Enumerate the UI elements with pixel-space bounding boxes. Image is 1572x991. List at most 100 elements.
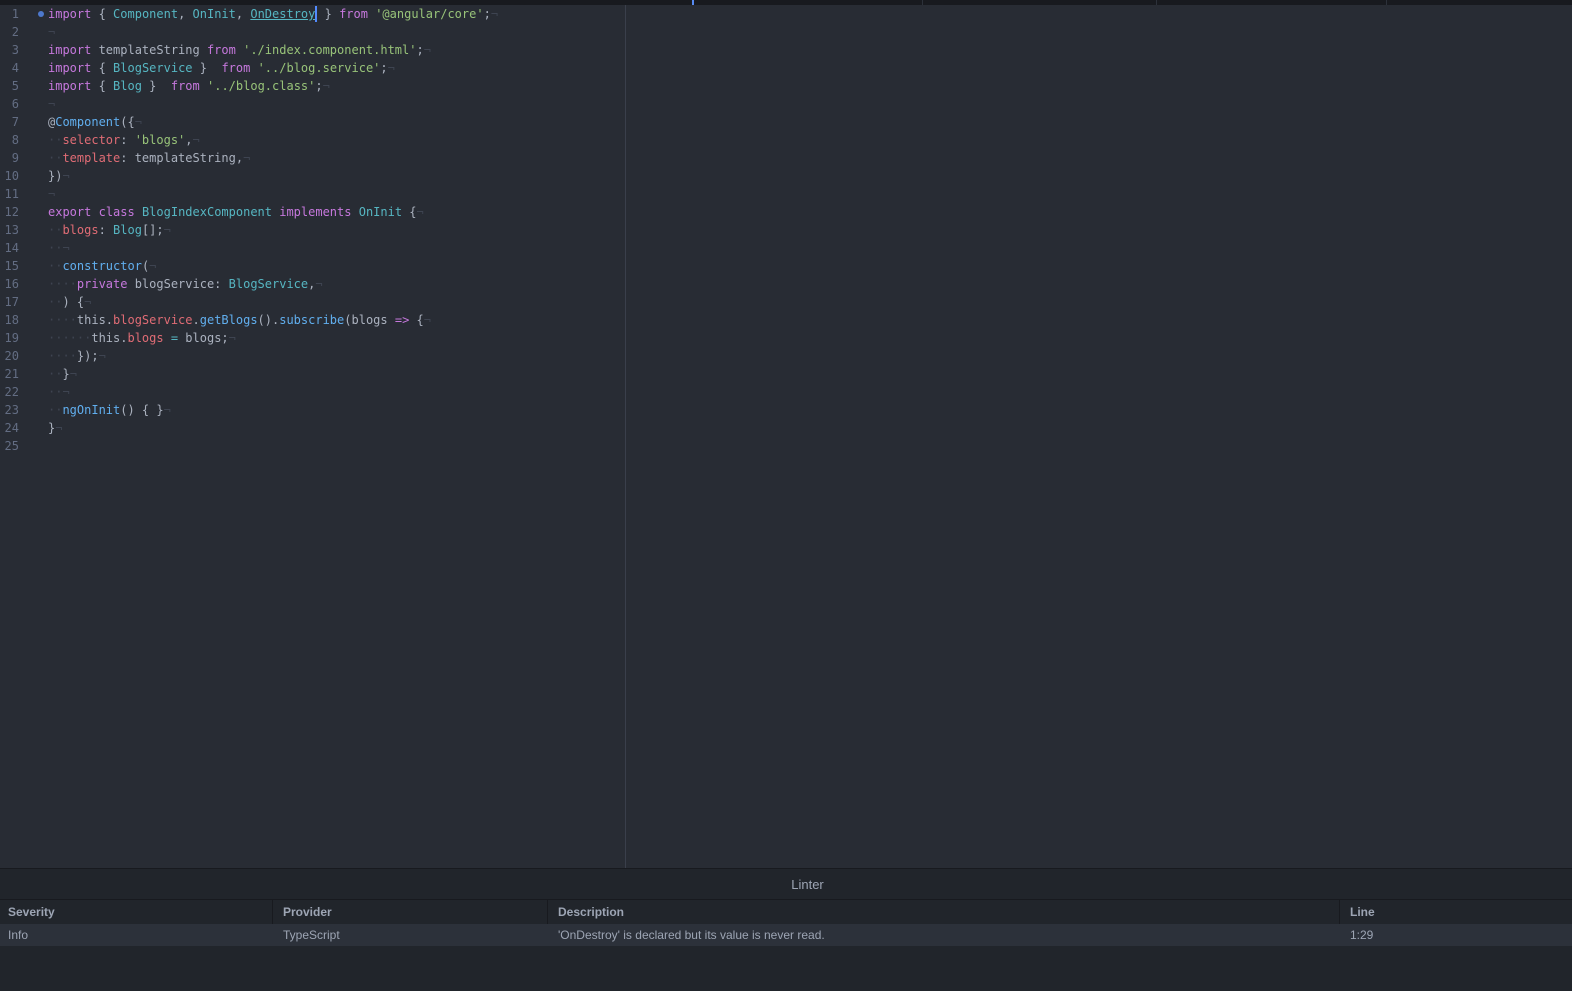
- code-line[interactable]: 2 ¬: [0, 23, 620, 41]
- code-token: subscribe: [279, 313, 345, 327]
- line-number[interactable]: 9: [0, 149, 19, 167]
- table-row[interactable]: Info TypeScript 'OnDestroy' is declared …: [0, 924, 1572, 946]
- code-line[interactable]: 16 ····private blogService: BlogService,¬: [0, 275, 620, 293]
- invisible-char: ··¬: [48, 241, 70, 255]
- line-number[interactable]: 14: [0, 239, 19, 257]
- code-line[interactable]: 15 ··constructor(¬: [0, 257, 620, 275]
- code-line[interactable]: 21 ··}¬: [0, 365, 620, 383]
- code-line[interactable]: 5 import { Blog } from '../blog.class';¬: [0, 77, 620, 95]
- line-number[interactable]: 1: [0, 5, 19, 23]
- code-token: }: [192, 61, 222, 75]
- code-token: }: [62, 367, 70, 381]
- line-number[interactable]: 19: [0, 329, 19, 347]
- code-token: constructor: [62, 259, 142, 273]
- code-line[interactable]: 4 import { BlogService } from '../blog.se…: [0, 59, 620, 77]
- line-number[interactable]: 23: [0, 401, 19, 419]
- code-line[interactable]: 3 import templateString from './index.com…: [0, 41, 620, 59]
- code-line[interactable]: 24}¬: [0, 419, 620, 437]
- line-number[interactable]: 15: [0, 257, 19, 275]
- code-line[interactable]: 18 ····this.blogService.getBlogs().subscr…: [0, 311, 620, 329]
- line-number[interactable]: 18: [0, 311, 19, 329]
- invisible-char: ··: [48, 133, 63, 147]
- code-line[interactable]: 7 @Component({¬: [0, 113, 620, 131]
- invisible-char: ··¬: [48, 385, 70, 399]
- code-token: });: [76, 349, 99, 363]
- code-token: blogs: [127, 331, 164, 345]
- line-number[interactable]: 7: [0, 113, 19, 131]
- code-token: :: [120, 133, 135, 147]
- line-number[interactable]: 8: [0, 131, 19, 149]
- code-token: ,: [235, 7, 251, 21]
- code-token: Blog: [113, 223, 142, 237]
- code-token: ,: [185, 133, 193, 147]
- line-number[interactable]: 22: [0, 383, 19, 401]
- code-line[interactable]: 10})¬: [0, 167, 620, 185]
- line-cell[interactable]: 1:29: [1342, 924, 1572, 946]
- code-line[interactable]: 11 ¬: [0, 185, 620, 203]
- column-header-provider[interactable]: Provider: [275, 900, 548, 924]
- code-editor[interactable]: 1 import { Component, OnInit, OnDestroy }…: [0, 5, 1572, 868]
- line-number[interactable]: 5: [0, 77, 19, 95]
- invisible-char: ¬: [423, 43, 431, 57]
- code-token: import: [48, 61, 92, 75]
- column-header-severity[interactable]: Severity: [0, 900, 273, 924]
- code-token: OnInit: [358, 205, 403, 219]
- code-token: blogs;: [178, 331, 229, 345]
- code-token: ;: [315, 79, 323, 93]
- code-token: .: [192, 313, 200, 327]
- code-token: '../blog.service': [257, 61, 381, 75]
- code-line[interactable]: 8 ··selector: 'blogs',¬: [0, 131, 620, 149]
- invisible-char: ··: [48, 367, 63, 381]
- line-number[interactable]: 6: [0, 95, 19, 113]
- code-text: ··selector: 'blogs',¬: [48, 131, 200, 149]
- code-token: {: [91, 61, 114, 75]
- code-text: ··¬: [48, 239, 70, 257]
- line-number[interactable]: 2: [0, 23, 19, 41]
- code-line[interactable]: 6 ¬: [0, 95, 620, 113]
- code-token: : templateString,: [120, 151, 244, 165]
- code-text: ····this.blogService.getBlogs().subscrib…: [48, 311, 431, 329]
- code-line[interactable]: 20 ····});¬: [0, 347, 620, 365]
- code-token: [];: [141, 223, 164, 237]
- invisible-char: ¬: [163, 403, 171, 417]
- provider-cell: TypeScript: [283, 928, 340, 942]
- code-line[interactable]: 23 ··ngOnInit() { }¬: [0, 401, 620, 419]
- line-number[interactable]: 21: [0, 365, 19, 383]
- line-number[interactable]: 12: [0, 203, 19, 221]
- line-number[interactable]: 24: [0, 419, 19, 437]
- code-token: private: [76, 277, 128, 291]
- invisible-char: ¬: [48, 187, 56, 201]
- line-number[interactable]: 13: [0, 221, 19, 239]
- line-number[interactable]: 16: [0, 275, 19, 293]
- linter-title: Linter: [791, 877, 824, 892]
- code-line[interactable]: 12 export class BlogIndexComponent implem…: [0, 203, 620, 221]
- invisible-char: ¬: [315, 277, 323, 291]
- line-number[interactable]: 10: [0, 167, 19, 185]
- severity-cell: Info: [8, 928, 29, 942]
- line-number[interactable]: 20: [0, 347, 19, 365]
- line-number[interactable]: 11: [0, 185, 19, 203]
- code-token: Blog: [113, 79, 142, 93]
- code-line[interactable]: 1 import { Component, OnInit, OnDestroy }…: [0, 5, 620, 23]
- line-number[interactable]: 17: [0, 293, 19, 311]
- code-line[interactable]: 17 ··) {¬: [0, 293, 620, 311]
- code-line[interactable]: 25: [0, 437, 620, 455]
- invisible-char: ··: [48, 151, 63, 165]
- code-line[interactable]: 19 ······this.blogs = blogs;¬: [0, 329, 620, 347]
- code-token: '@angular/core': [375, 7, 484, 21]
- code-text: ····});¬: [48, 347, 106, 365]
- column-header-description[interactable]: Description: [550, 900, 1340, 924]
- code-line[interactable]: 14 ··¬: [0, 239, 620, 257]
- code-line[interactable]: 9 ··template: templateString,¬: [0, 149, 620, 167]
- code-line[interactable]: 22 ··¬: [0, 383, 620, 401]
- linter-table-header: Severity Provider Description Line: [0, 899, 1572, 925]
- code-text: ··}¬: [48, 365, 77, 383]
- column-header-line[interactable]: Line: [1342, 900, 1572, 924]
- line-number[interactable]: 4: [0, 59, 19, 77]
- line-number[interactable]: 25: [0, 437, 19, 455]
- line-number[interactable]: 3: [0, 41, 19, 59]
- code-text: ¬: [48, 185, 55, 203]
- code-line[interactable]: 13 ··blogs: Blog[];¬: [0, 221, 620, 239]
